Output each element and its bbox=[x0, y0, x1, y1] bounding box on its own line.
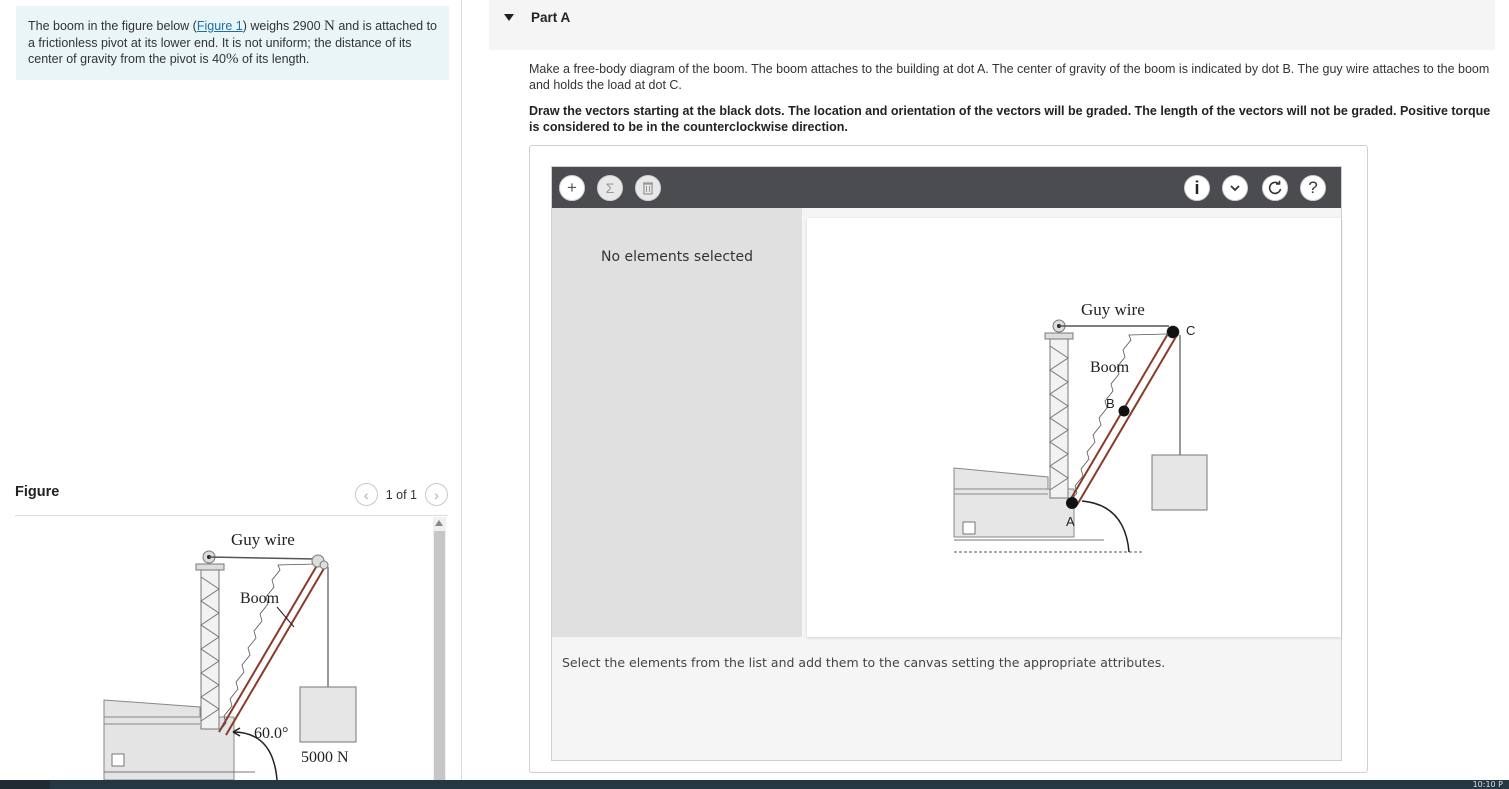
dot-b[interactable] bbox=[1118, 405, 1130, 417]
left-pane: The boom in the figure below (Figure 1) … bbox=[0, 0, 462, 781]
problem-text-4: of its length. bbox=[238, 52, 310, 66]
problem-text-2: ) weighs 2900 bbox=[242, 19, 325, 33]
figure-link[interactable]: Figure 1 bbox=[197, 19, 243, 33]
guy-wire-line bbox=[208, 556, 317, 560]
percent-sign: % bbox=[226, 51, 239, 67]
unit-newton: N bbox=[324, 18, 335, 34]
figure-label-angle: 60.0° bbox=[254, 725, 288, 742]
figure-header: Figure ‹ 1 of 1 › bbox=[15, 482, 448, 516]
fbd-widget-inner: + Σ i ? No elements selected Guy wire Bo… bbox=[551, 166, 1342, 761]
sigma-icon[interactable]: Σ bbox=[597, 175, 623, 201]
pager-text: 1 of 1 bbox=[385, 487, 417, 502]
crane-figure: Guy wire Boom 60.0° 5000 N bbox=[103, 530, 357, 780]
collapse-triangle-icon[interactable] bbox=[504, 14, 514, 21]
info-icon[interactable]: i bbox=[1184, 175, 1210, 201]
taskbar-clock: 10:10 P bbox=[1472, 780, 1503, 789]
panel-empty-text: No elements selected bbox=[600, 249, 754, 265]
dot-c[interactable] bbox=[1167, 326, 1179, 338]
taskbar: 10:10 P bbox=[0, 780, 1509, 789]
canvas-label-guy-wire: Guy wire bbox=[1081, 300, 1145, 319]
chevron-down-icon[interactable] bbox=[1222, 175, 1248, 201]
chevron-left-icon[interactable]: ‹ bbox=[354, 483, 378, 506]
reset-icon[interactable] bbox=[1262, 175, 1288, 201]
properties-panel: No elements selected bbox=[552, 208, 802, 637]
scroll-up-icon[interactable] bbox=[435, 520, 443, 526]
part-a-header[interactable]: Part A bbox=[489, 0, 1495, 50]
figure-image: Guy wire Boom 60.0° 5000 N bbox=[15, 517, 431, 780]
figure-label-load: 5000 N bbox=[301, 749, 349, 766]
canvas-label-b: B bbox=[1106, 396, 1115, 411]
trash-icon[interactable] bbox=[635, 175, 661, 201]
load-box bbox=[299, 686, 357, 743]
canvas-building-window bbox=[962, 521, 976, 535]
scroll-thumb[interactable] bbox=[434, 531, 445, 781]
problem-text-1: The boom in the figure below ( bbox=[28, 19, 197, 33]
canvas-label-a: A bbox=[1066, 514, 1075, 529]
instruction-text-2: Draw the vectors starting at the black d… bbox=[529, 104, 1491, 134]
figure-label-guy-wire: Guy wire bbox=[231, 530, 295, 549]
problem-statement: The boom in the figure below (Figure 1) … bbox=[16, 6, 449, 80]
figure-title: Figure bbox=[15, 484, 60, 500]
canvas-figure: Guy wire Boom A B C bbox=[953, 300, 1208, 553]
dot-a[interactable] bbox=[1066, 497, 1078, 509]
figure-pager: ‹ 1 of 1 › bbox=[354, 483, 448, 506]
part-a-title: Part A bbox=[531, 10, 571, 25]
plus-icon[interactable]: + bbox=[559, 175, 585, 201]
fbd-widget: + Σ i ? No elements selected Guy wire Bo… bbox=[529, 145, 1368, 773]
canvas-label-c: C bbox=[1186, 323, 1195, 338]
drawing-canvas[interactable]: Guy wire Boom A B C bbox=[807, 218, 1341, 637]
figure-scrollbar[interactable] bbox=[433, 517, 446, 781]
canvas-label-boom: Boom bbox=[1090, 359, 1130, 376]
right-pane: Part A Make a free-body diagram of the b… bbox=[463, 0, 1509, 780]
canvas-tower bbox=[1049, 337, 1069, 499]
help-icon[interactable]: ? bbox=[1300, 175, 1326, 201]
status-text: Select the elements from the list and ad… bbox=[562, 655, 1166, 670]
building-window bbox=[111, 753, 125, 767]
canvas-load-box bbox=[1151, 454, 1208, 511]
instruction-text-1: Make a free-body diagram of the boom. Th… bbox=[529, 62, 1490, 92]
chevron-right-icon[interactable]: › bbox=[425, 483, 448, 506]
fbd-toolbar: + Σ i ? bbox=[552, 167, 1341, 208]
taskbar-strip bbox=[50, 780, 1509, 789]
tower bbox=[200, 568, 220, 730]
figure-label-boom: Boom bbox=[240, 590, 280, 607]
